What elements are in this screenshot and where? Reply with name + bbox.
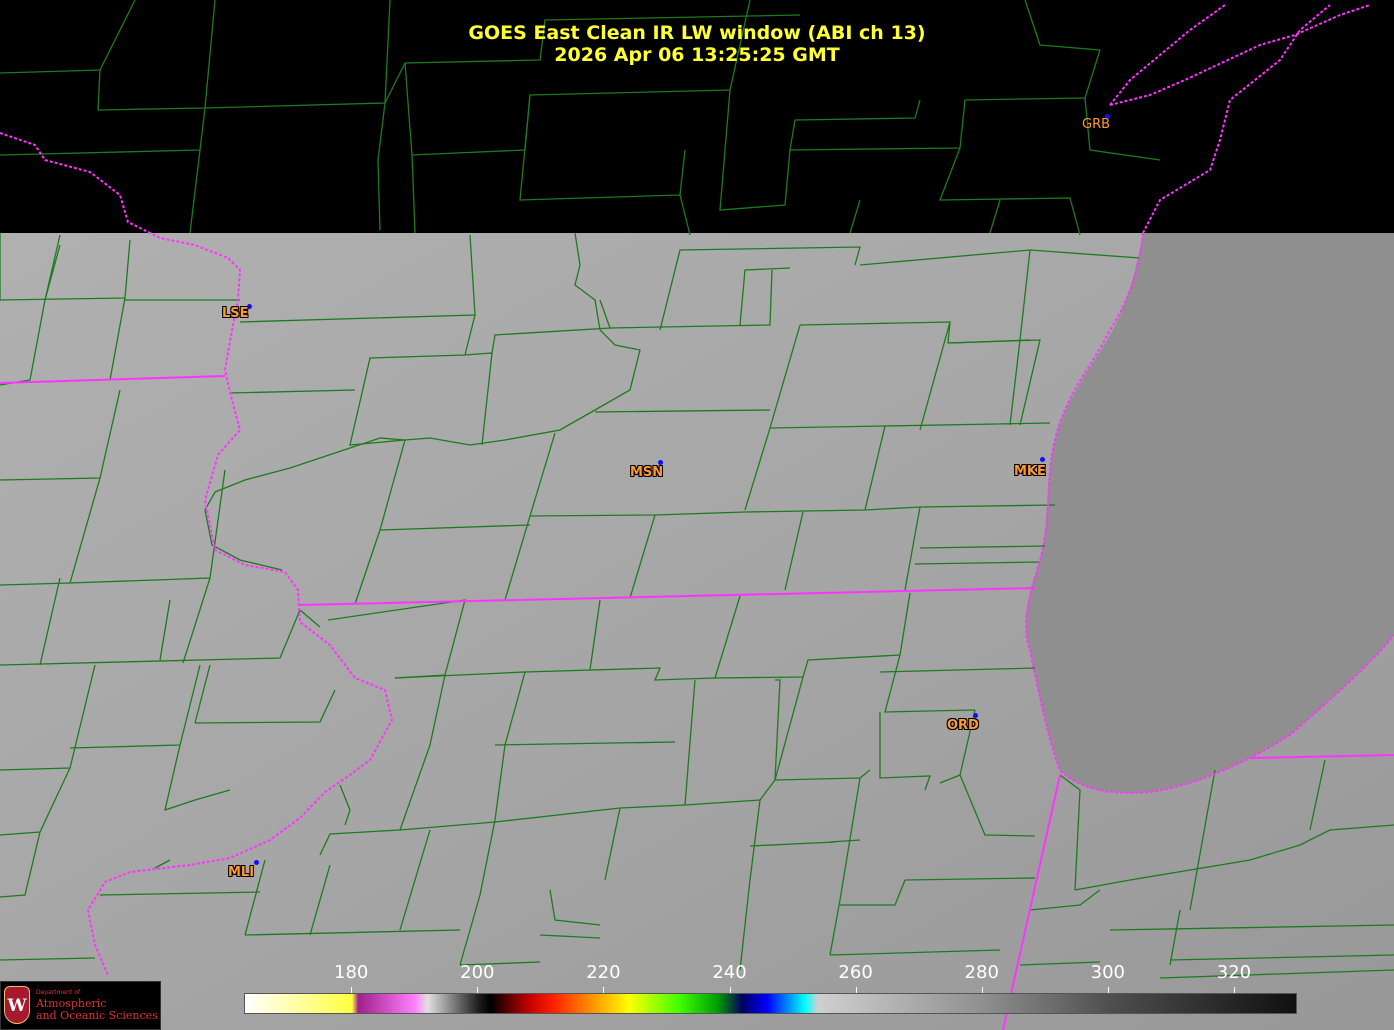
station-marker <box>254 860 259 865</box>
colorbar-tick-mark <box>855 987 857 993</box>
colorbar-tick-label: 200 <box>460 962 495 983</box>
station-marker <box>1040 457 1045 462</box>
colorbar-tick-mark <box>477 987 479 993</box>
colorbar-tick-label: 220 <box>586 962 621 983</box>
logo-line-2: and Oceanic Sciences <box>36 1009 158 1022</box>
colorbar-tick-mark <box>729 987 731 993</box>
temperature-colorbar <box>244 993 1297 1014</box>
colorbar-tick-label: 180 <box>334 962 369 983</box>
colorbar-tick-mark <box>603 987 605 993</box>
colorbar-tick-label: 240 <box>712 962 747 983</box>
colorbar-tick-mark <box>1233 987 1235 993</box>
colorbar-tick-label: 260 <box>838 962 873 983</box>
aos-logo: W Department of Atmospheric and Oceanic … <box>0 981 161 1030</box>
colorbar-tick-mark <box>981 987 983 993</box>
station-label-msn: MSN <box>630 465 664 480</box>
colorbar-tick-label: 320 <box>1216 962 1252 983</box>
satellite-map-view: GOES East Clean IR LW window (ABI ch 13)… <box>0 0 1394 1030</box>
colorbar-tick-mark <box>351 987 353 993</box>
station-label-mke: MKE <box>1014 464 1046 479</box>
colorbar-tick-mark <box>1107 987 1109 993</box>
station-label-lse: LSE <box>222 306 249 321</box>
colorbar-tick-label: 280 <box>964 962 999 983</box>
colorbar-tick-label: 300 <box>1090 962 1126 983</box>
image-timestamp: 2026 Apr 06 13:25:25 GMT <box>554 44 840 66</box>
uw-crest-icon: W <box>4 986 30 1024</box>
station-label-ord: ORD <box>947 718 979 733</box>
logo-dept-label: Department of <box>36 989 80 996</box>
station-label-mli: MLI <box>228 865 255 880</box>
image-title: GOES East Clean IR LW window (ABI ch 13) <box>468 22 926 44</box>
map-canvas <box>0 0 1394 1030</box>
station-label-grb: GRB <box>1082 117 1111 132</box>
